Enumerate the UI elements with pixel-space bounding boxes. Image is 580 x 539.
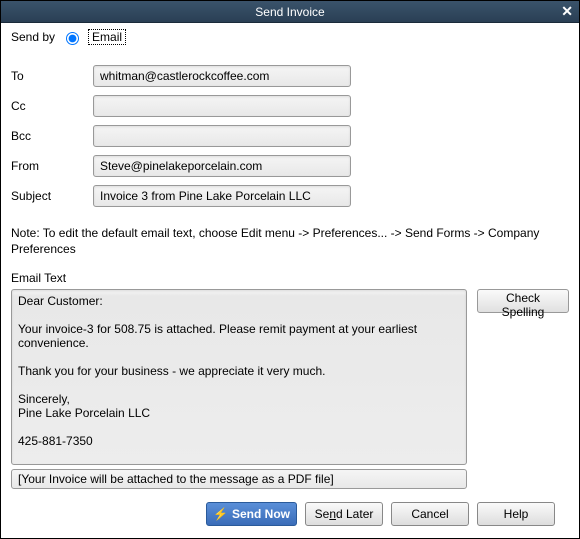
email-text-label: Email Text — [11, 271, 569, 285]
send-later-button[interactable]: Send Later — [305, 502, 383, 526]
help-button[interactable]: Help — [477, 502, 555, 526]
close-icon[interactable]: ✕ — [561, 3, 573, 20]
titlebar: Send Invoice ✕ — [1, 1, 579, 23]
from-label: From — [11, 159, 93, 173]
content-area: Send by Email To Cc Bcc From Subject Not… — [1, 23, 579, 538]
send-now-button[interactable]: ⚡ Send Now — [206, 502, 297, 526]
subject-input[interactable] — [93, 185, 351, 207]
bcc-input[interactable] — [93, 125, 351, 147]
button-bar: ⚡ Send Now Send Later Cancel Help — [11, 492, 569, 538]
bcc-label: Bcc — [11, 129, 93, 143]
cc-label: Cc — [11, 99, 93, 113]
cc-input[interactable] — [93, 95, 351, 117]
subject-label: Subject — [11, 189, 93, 203]
to-label: To — [11, 69, 93, 83]
check-spelling-button[interactable]: Check Spelling — [477, 289, 569, 313]
preferences-note: Note: To edit the default email text, ch… — [11, 225, 569, 257]
send-by-email-radio[interactable] — [66, 32, 79, 45]
email-body-textarea[interactable] — [11, 289, 467, 465]
attachment-note — [11, 469, 467, 489]
to-input[interactable] — [93, 65, 351, 87]
send-by-label: Send by — [11, 30, 55, 44]
send-by-row: Send by Email — [11, 29, 569, 45]
window-title: Send Invoice — [255, 5, 324, 19]
send-invoice-dialog: Send Invoice ✕ Send by Email To Cc Bcc F… — [0, 0, 580, 539]
send-by-email-option[interactable]: Email — [88, 29, 126, 45]
lightning-icon: ⚡ — [213, 507, 228, 521]
cancel-button[interactable]: Cancel — [391, 502, 469, 526]
from-input[interactable] — [93, 155, 351, 177]
